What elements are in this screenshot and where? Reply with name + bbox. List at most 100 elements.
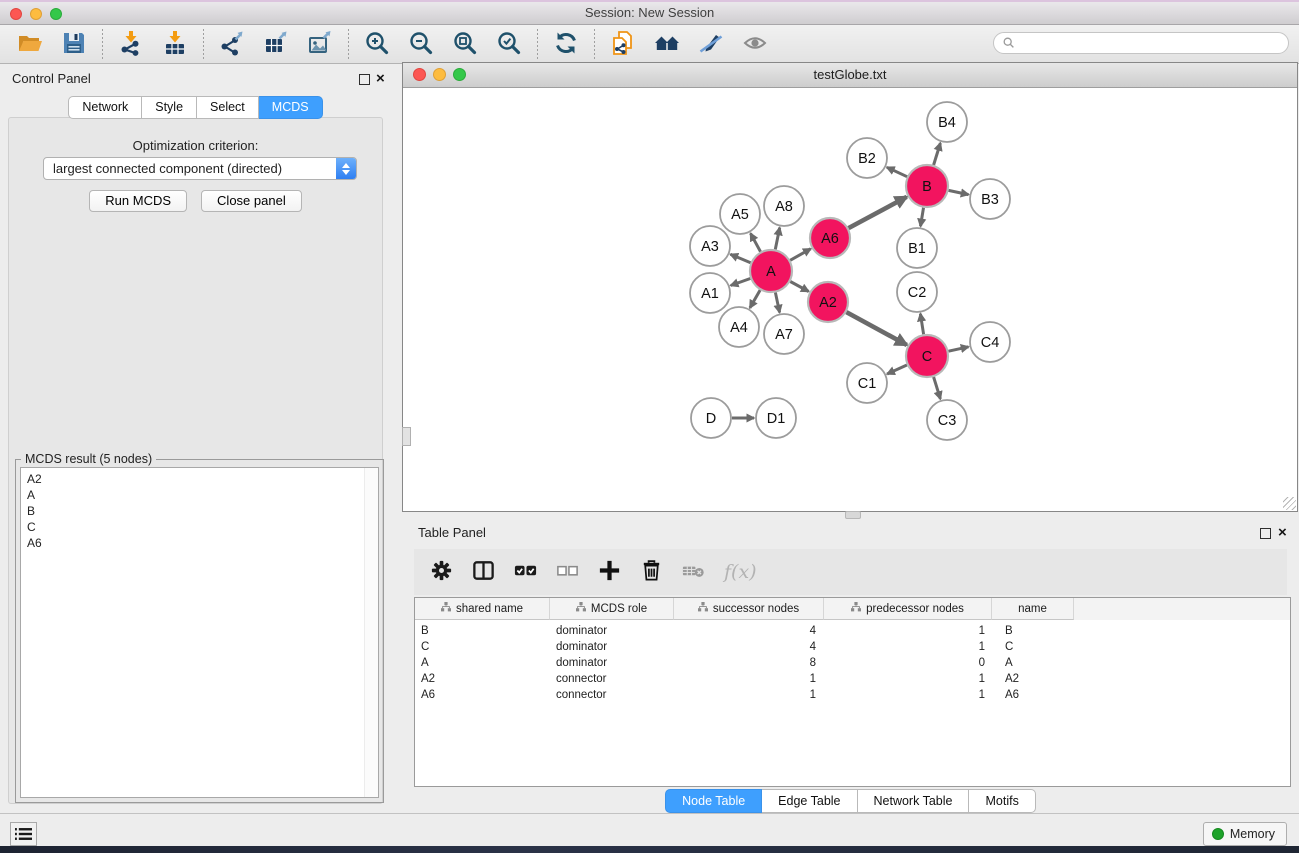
search-box[interactable] — [993, 32, 1289, 54]
task-history-button[interactable] — [10, 822, 37, 846]
network-canvas[interactable]: B4B2BB3A5A8A6B1A3AC2A1A2A4A7C4CC1C3DD1 — [403, 88, 1297, 511]
function-builder-button[interactable]: f(x) — [724, 561, 757, 583]
edge-A-A5[interactable] — [751, 233, 761, 251]
tab-mcds[interactable]: MCDS — [259, 96, 323, 119]
splitter-grip-horizontal[interactable] — [845, 511, 861, 519]
column-header-name[interactable]: name — [992, 598, 1074, 620]
mcds-result-item[interactable]: B — [27, 503, 378, 519]
tab-style[interactable]: Style — [142, 96, 197, 119]
mcds-result-item[interactable]: A — [27, 487, 378, 503]
network-close-traffic-light-icon[interactable] — [413, 68, 426, 81]
save-button[interactable] — [52, 28, 96, 60]
refresh-button[interactable] — [544, 28, 588, 60]
mcds-result-item[interactable]: A6 — [27, 535, 378, 551]
table-row[interactable]: A6connector11A6 — [415, 687, 1290, 703]
home-button[interactable] — [645, 28, 689, 60]
zoom-traffic-light-icon[interactable] — [50, 8, 62, 20]
deselect-all-button[interactable] — [550, 555, 584, 589]
node-B3[interactable]: B3 — [970, 179, 1010, 219]
node-C1[interactable]: C1 — [847, 363, 887, 403]
edge-A-A3[interactable] — [730, 254, 750, 262]
node-C3[interactable]: C3 — [927, 400, 967, 440]
network-zoom-traffic-light-icon[interactable] — [453, 68, 466, 81]
table-panel-close-button[interactable]: × — [1278, 527, 1287, 539]
column-header-shared-name[interactable]: shared name — [415, 598, 550, 620]
export-network-button[interactable] — [210, 28, 254, 60]
node-B4[interactable]: B4 — [927, 102, 967, 142]
node-A5[interactable]: A5 — [720, 194, 760, 234]
import-network-button[interactable] — [109, 28, 153, 60]
minimize-traffic-light-icon[interactable] — [30, 8, 42, 20]
node-A7[interactable]: A7 — [764, 314, 804, 354]
edge-A-A8[interactable] — [775, 228, 779, 250]
table-row[interactable]: A2connector11A2 — [415, 671, 1290, 687]
edge-B-B4[interactable] — [934, 143, 941, 165]
memory-button[interactable]: Memory — [1203, 822, 1287, 846]
edge-B-B2[interactable] — [887, 167, 907, 176]
network-document-button[interactable] — [601, 28, 645, 60]
edge-A6-B[interactable] — [849, 197, 907, 228]
node-A[interactable]: A — [750, 250, 792, 292]
column-header-mcds-role[interactable]: MCDS role — [550, 598, 674, 620]
tab-node-table[interactable]: Node Table — [665, 789, 762, 813]
edge-A-A7[interactable] — [775, 293, 779, 313]
node-A6[interactable]: A6 — [810, 218, 850, 258]
node-B[interactable]: B — [906, 165, 948, 207]
node-D1[interactable]: D1 — [756, 398, 796, 438]
edge-A-A1[interactable] — [731, 279, 751, 286]
settings-button[interactable] — [424, 555, 458, 589]
node-C[interactable]: C — [906, 335, 948, 377]
node-A4[interactable]: A4 — [719, 307, 759, 347]
edge-C-C3[interactable] — [934, 377, 941, 399]
table-row[interactable]: Adominator80A — [415, 655, 1290, 671]
node-B2[interactable]: B2 — [847, 138, 887, 178]
column-header-successor-nodes[interactable]: successor nodes — [674, 598, 824, 620]
splitter-grip-vertical[interactable] — [402, 427, 411, 446]
table-row[interactable]: Bdominator41B — [415, 623, 1290, 639]
import-table-button[interactable] — [153, 28, 197, 60]
node-B1[interactable]: B1 — [897, 228, 937, 268]
table-row[interactable]: Cdominator41C — [415, 639, 1290, 655]
column-header-predecessor-nodes[interactable]: predecessor nodes — [824, 598, 992, 620]
network-minimize-traffic-light-icon[interactable] — [433, 68, 446, 81]
node-D[interactable]: D — [691, 398, 731, 438]
close-traffic-light-icon[interactable] — [10, 8, 22, 20]
add-row-button[interactable] — [592, 555, 626, 589]
node-A2[interactable]: A2 — [808, 282, 848, 322]
export-image-button[interactable] — [298, 28, 342, 60]
edge-C-C1[interactable] — [887, 365, 907, 374]
control-panel-float-button[interactable] — [359, 74, 370, 85]
open-button[interactable] — [8, 28, 52, 60]
node-A8[interactable]: A8 — [764, 186, 804, 226]
tab-edge-table[interactable]: Edge Table — [762, 789, 857, 813]
edge-C-C4[interactable] — [949, 347, 969, 351]
delete-table-button[interactable] — [676, 555, 710, 589]
tab-motifs[interactable]: Motifs — [969, 789, 1035, 813]
edge-A2-C[interactable] — [846, 312, 906, 345]
tab-network[interactable]: Network — [68, 96, 142, 119]
search-input[interactable] — [1021, 35, 1288, 51]
mcds-result-list[interactable]: A2ABCA6 — [20, 467, 379, 798]
delete-row-button[interactable] — [634, 555, 668, 589]
node-A1[interactable]: A1 — [690, 273, 730, 313]
split-view-button[interactable] — [466, 555, 500, 589]
run-mcds-button[interactable]: Run MCDS — [89, 190, 187, 212]
node-A3[interactable]: A3 — [690, 226, 730, 266]
show-hide-button[interactable] — [733, 28, 777, 60]
zoom-fit-button[interactable] — [443, 28, 487, 60]
export-table-button[interactable] — [254, 28, 298, 60]
hide-labels-button[interactable] — [689, 28, 733, 60]
tab-network-table[interactable]: Network Table — [858, 789, 970, 813]
control-panel-close-button[interactable]: × — [376, 73, 385, 85]
edge-B-B3[interactable] — [949, 190, 969, 194]
zoom-in-button[interactable] — [355, 28, 399, 60]
edge-A-A6[interactable] — [790, 249, 811, 261]
result-scrollbar[interactable] — [364, 468, 378, 797]
node-C2[interactable]: C2 — [897, 272, 937, 312]
edge-C-C2[interactable] — [920, 314, 923, 335]
select-all-button[interactable] — [508, 555, 542, 589]
table-panel-float-button[interactable] — [1260, 528, 1271, 539]
zoom-out-button[interactable] — [399, 28, 443, 60]
network-window-titlebar[interactable]: testGlobe.txt — [403, 63, 1297, 88]
edge-B-B1[interactable] — [921, 208, 924, 227]
